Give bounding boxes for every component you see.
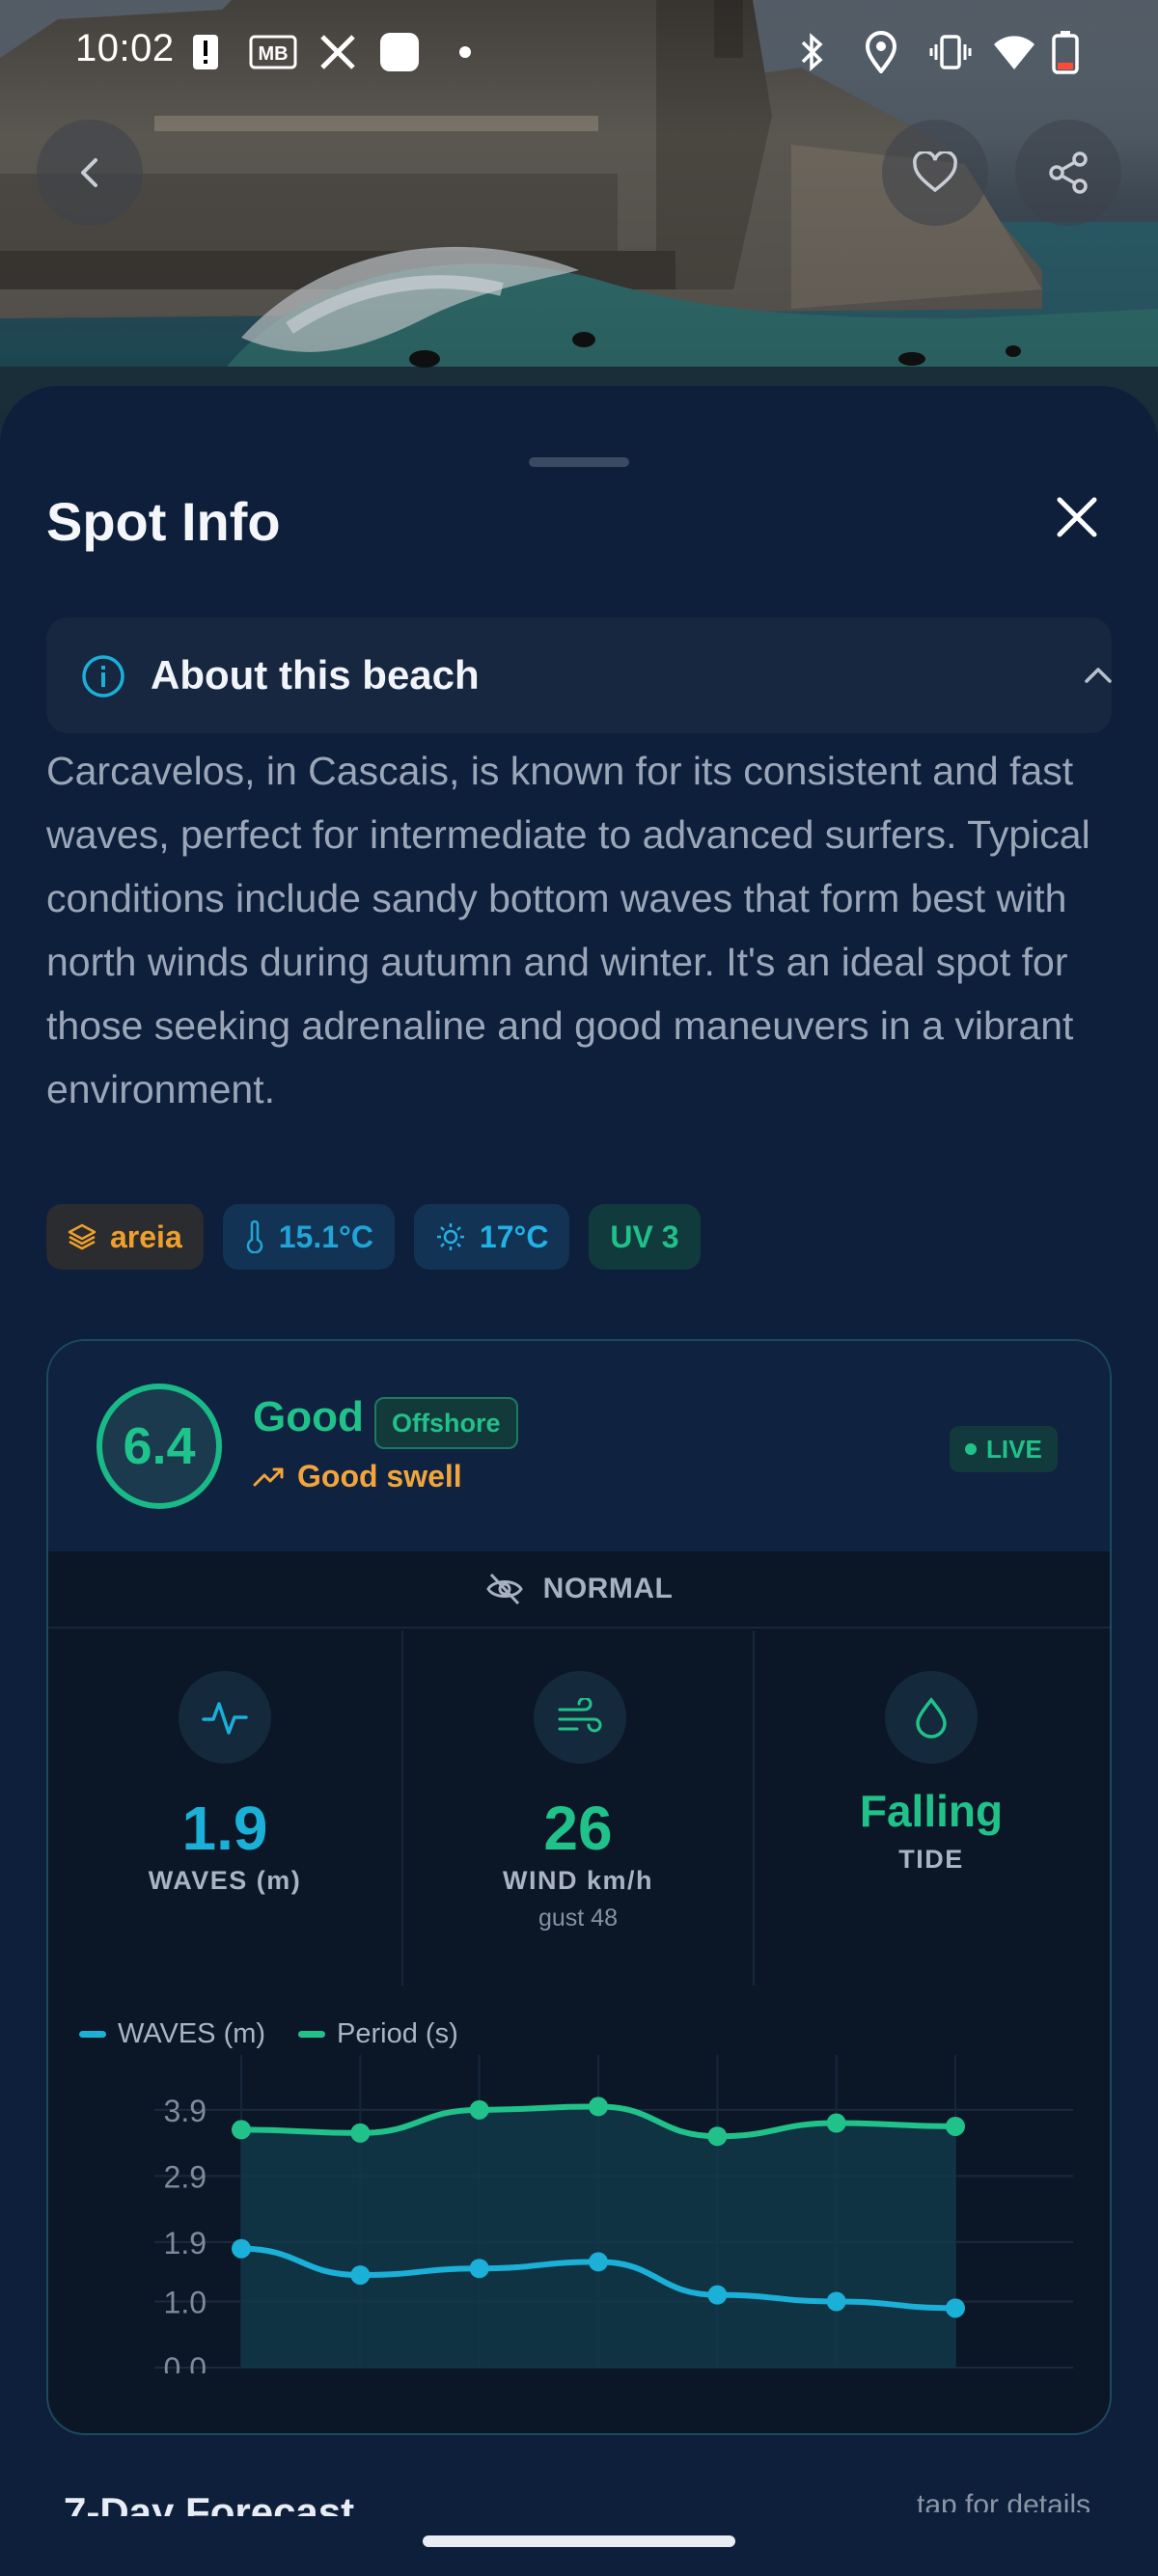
legend-waves-swatch [79,2030,106,2038]
air-temp-label: 17°C [479,1219,549,1254]
waves-value: 1.9 [181,1794,268,1863]
heart-icon [913,151,957,193]
legend-period: Period (s) [298,2018,458,2050]
data-point [589,2096,608,2117]
bluetooth-icon [797,29,826,75]
series-area [241,2106,955,2368]
drag-handle[interactable] [529,457,629,467]
back-button[interactable] [37,120,143,226]
close-icon [1057,497,1097,537]
view-mode-toggle[interactable]: NORMAL [48,1551,1110,1629]
data-point [707,2285,728,2305]
favorite-button[interactable] [882,120,988,226]
wifi-icon [992,29,1036,75]
conditions-summary: 6.4 Good Offshore Good swell LIVE [48,1341,1110,1551]
tide-stat: Falling TIDE [755,1631,1108,1986]
battery-icon [1052,29,1079,75]
alert-icon [191,29,220,75]
sun-icon [436,1223,464,1250]
wind-gust: gust 48 [538,1905,618,1932]
conditions-card[interactable]: 6.4 Good Offshore Good swell LIVE NORMAL… [46,1339,1112,2435]
sheet-title: Spot Info [46,491,281,552]
forecast-chart: 3.9 2.9 1.9 1.0 0.0 [154,2055,1073,2373]
wind-icon [534,1671,626,1764]
data-point [232,2120,251,2140]
legend-waves-label: WAVES (m) [118,2017,266,2049]
wind-value: 26 [543,1794,613,1863]
legend-waves: WAVES (m) [79,2018,265,2050]
view-mode-label: NORMAL [542,1573,674,1604]
share-icon [1049,151,1088,194]
y-tick-label: 0.0 [164,2351,207,2373]
forecast-section-title: 7-Day Forecast [64,2489,355,2516]
wind-direction-badge: Offshore [374,1397,518,1449]
tide-label: TIDE [898,1845,964,1874]
location-icon [865,29,897,75]
live-dot-icon [965,1443,977,1455]
wind-label: WIND km/h [502,1866,653,1895]
data-point [469,2099,489,2120]
swell-indicator: Good swell [253,1459,462,1494]
thermometer-icon [246,1220,262,1253]
data-point [707,2126,728,2147]
info-icon [82,655,124,698]
wind-stat: 26 WIND km/h gust 48 [401,1631,755,1986]
data-point [946,2298,965,2318]
droplet-icon [885,1671,978,1764]
y-tick-label: 2.9 [164,2159,207,2194]
x-logo-icon [318,29,357,75]
waves-stat: 1.9 WAVES (m) [48,1631,401,1986]
score-ring: 6.4 [96,1384,222,1509]
data-point [350,2265,371,2286]
uv-tag: UV 3 [589,1204,701,1270]
water-temp-label: 15.1°C [278,1219,373,1254]
swell-label: Good swell [297,1459,462,1494]
spot-tags: areia 15.1°C 17°C UV 3 [46,1204,701,1270]
y-tick-label: 1.0 [164,2286,207,2320]
uv-label: UV 3 [610,1219,679,1254]
layers-icon [68,1223,96,1250]
data-point [826,2113,846,2133]
tide-value: Falling [859,1786,1004,1836]
data-point [946,2116,965,2136]
waves-label: WAVES (m) [148,1866,302,1895]
chevron-up-icon [1085,668,1112,683]
close-button[interactable] [1048,488,1106,546]
eye-off-icon [485,1573,523,1605]
bottom-type-tag: areia [46,1204,204,1270]
legend-period-swatch [298,2030,326,2038]
bottom-type-label: areia [110,1219,182,1254]
home-indicator[interactable] [423,2535,735,2547]
chart-legend: WAVES (m) Period (s) [79,2014,458,2053]
data-point [469,2259,489,2279]
svg-text:MB: MB [258,43,288,65]
data-point [589,2252,608,2272]
data-point [826,2291,846,2312]
live-label: LIVE [986,1434,1042,1464]
about-beach-toggle[interactable]: About this beach [46,617,1112,733]
forecast-details-link[interactable]: tap for details [917,2489,1090,2512]
mb-icon: MB [249,29,297,75]
live-badge: LIVE [950,1426,1058,1472]
share-button[interactable] [1015,120,1121,226]
quality-label: Good [253,1393,364,1440]
status-bar: 10:02 MB [0,0,1158,106]
dot-icon [457,29,473,75]
about-beach-label: About this beach [151,652,480,698]
air-temp-tag: 17°C [413,1204,570,1270]
about-beach-text: Carcavelos, in Cascais, is known for its… [46,749,1090,1111]
chevron-left-icon [81,158,97,187]
trending-up-icon [253,1467,284,1486]
y-tick-label: 3.9 [164,2094,207,2128]
y-tick-label: 1.9 [164,2226,207,2261]
water-temp-tag: 15.1°C [222,1204,395,1270]
status-time: 10:02 [75,27,175,69]
data-point [232,2238,251,2259]
activity-icon [179,1671,271,1764]
data-point [350,2123,371,2143]
vibrate-icon [928,29,973,75]
legend-period-label: Period (s) [337,2017,458,2049]
app-square-icon [378,29,421,75]
